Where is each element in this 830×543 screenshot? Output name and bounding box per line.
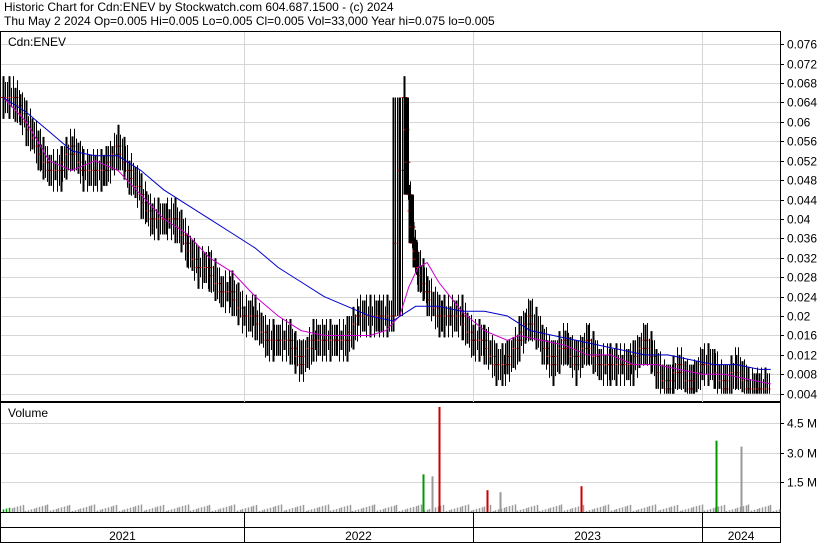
year-label: 2024	[728, 529, 755, 543]
price-panel-label: Cdn:ENEV	[8, 35, 66, 49]
price-tick-label: 0.04	[787, 213, 811, 227]
price-tick-label: 0.048	[787, 174, 817, 188]
price-tick-label: 0.076	[787, 38, 817, 52]
volume-axis: 4.5 M 3.0 M 1.5 M	[780, 417, 817, 490]
price-tick-label: 0.008	[787, 368, 817, 382]
volume-tick-label: 4.5 M	[787, 417, 817, 431]
year-label: 2022	[345, 529, 372, 543]
price-tick-label: 0.012	[787, 349, 817, 363]
volume-panel-frame	[0, 402, 781, 513]
stock-chart: 0.076 0.072 0.068 0.064 0.06 0.056 0.052 0.048 0…	[0, 31, 817, 543]
price-axis: 0.076 0.072 0.068 0.064 0.06 0.056 0.052 0.048 0…	[780, 38, 817, 402]
price-tick-label: 0.072	[787, 58, 817, 72]
volume-tick-label: 3.0 M	[787, 447, 817, 461]
price-tick-label: 0.024	[787, 291, 817, 305]
price-tick-label: 0.068	[787, 77, 817, 91]
price-tick-label: 0.02	[787, 310, 811, 324]
year-label: 2021	[109, 529, 136, 543]
price-tick-label: 0.036	[787, 232, 817, 246]
price-tick-label: 0.044	[787, 194, 817, 208]
price-panel-frame	[0, 31, 781, 402]
volume-panel-label: Volume	[8, 406, 48, 420]
price-tick-label: 0.004	[787, 388, 817, 402]
price-tick-label: 0.064	[787, 96, 817, 110]
year-label: 2023	[574, 529, 601, 543]
price-tick-label: 0.056	[787, 135, 817, 149]
price-tick-label: 0.032	[787, 252, 817, 266]
price-tick-label: 0.052	[787, 155, 817, 169]
price-tick-label: 0.06	[787, 116, 811, 130]
price-tick-label: 0.028	[787, 271, 817, 285]
time-axis: 2021 2022 2023 2024	[0, 512, 781, 543]
price-tick-label: 0.016	[787, 329, 817, 343]
volume-tick-label: 1.5 M	[787, 476, 817, 490]
